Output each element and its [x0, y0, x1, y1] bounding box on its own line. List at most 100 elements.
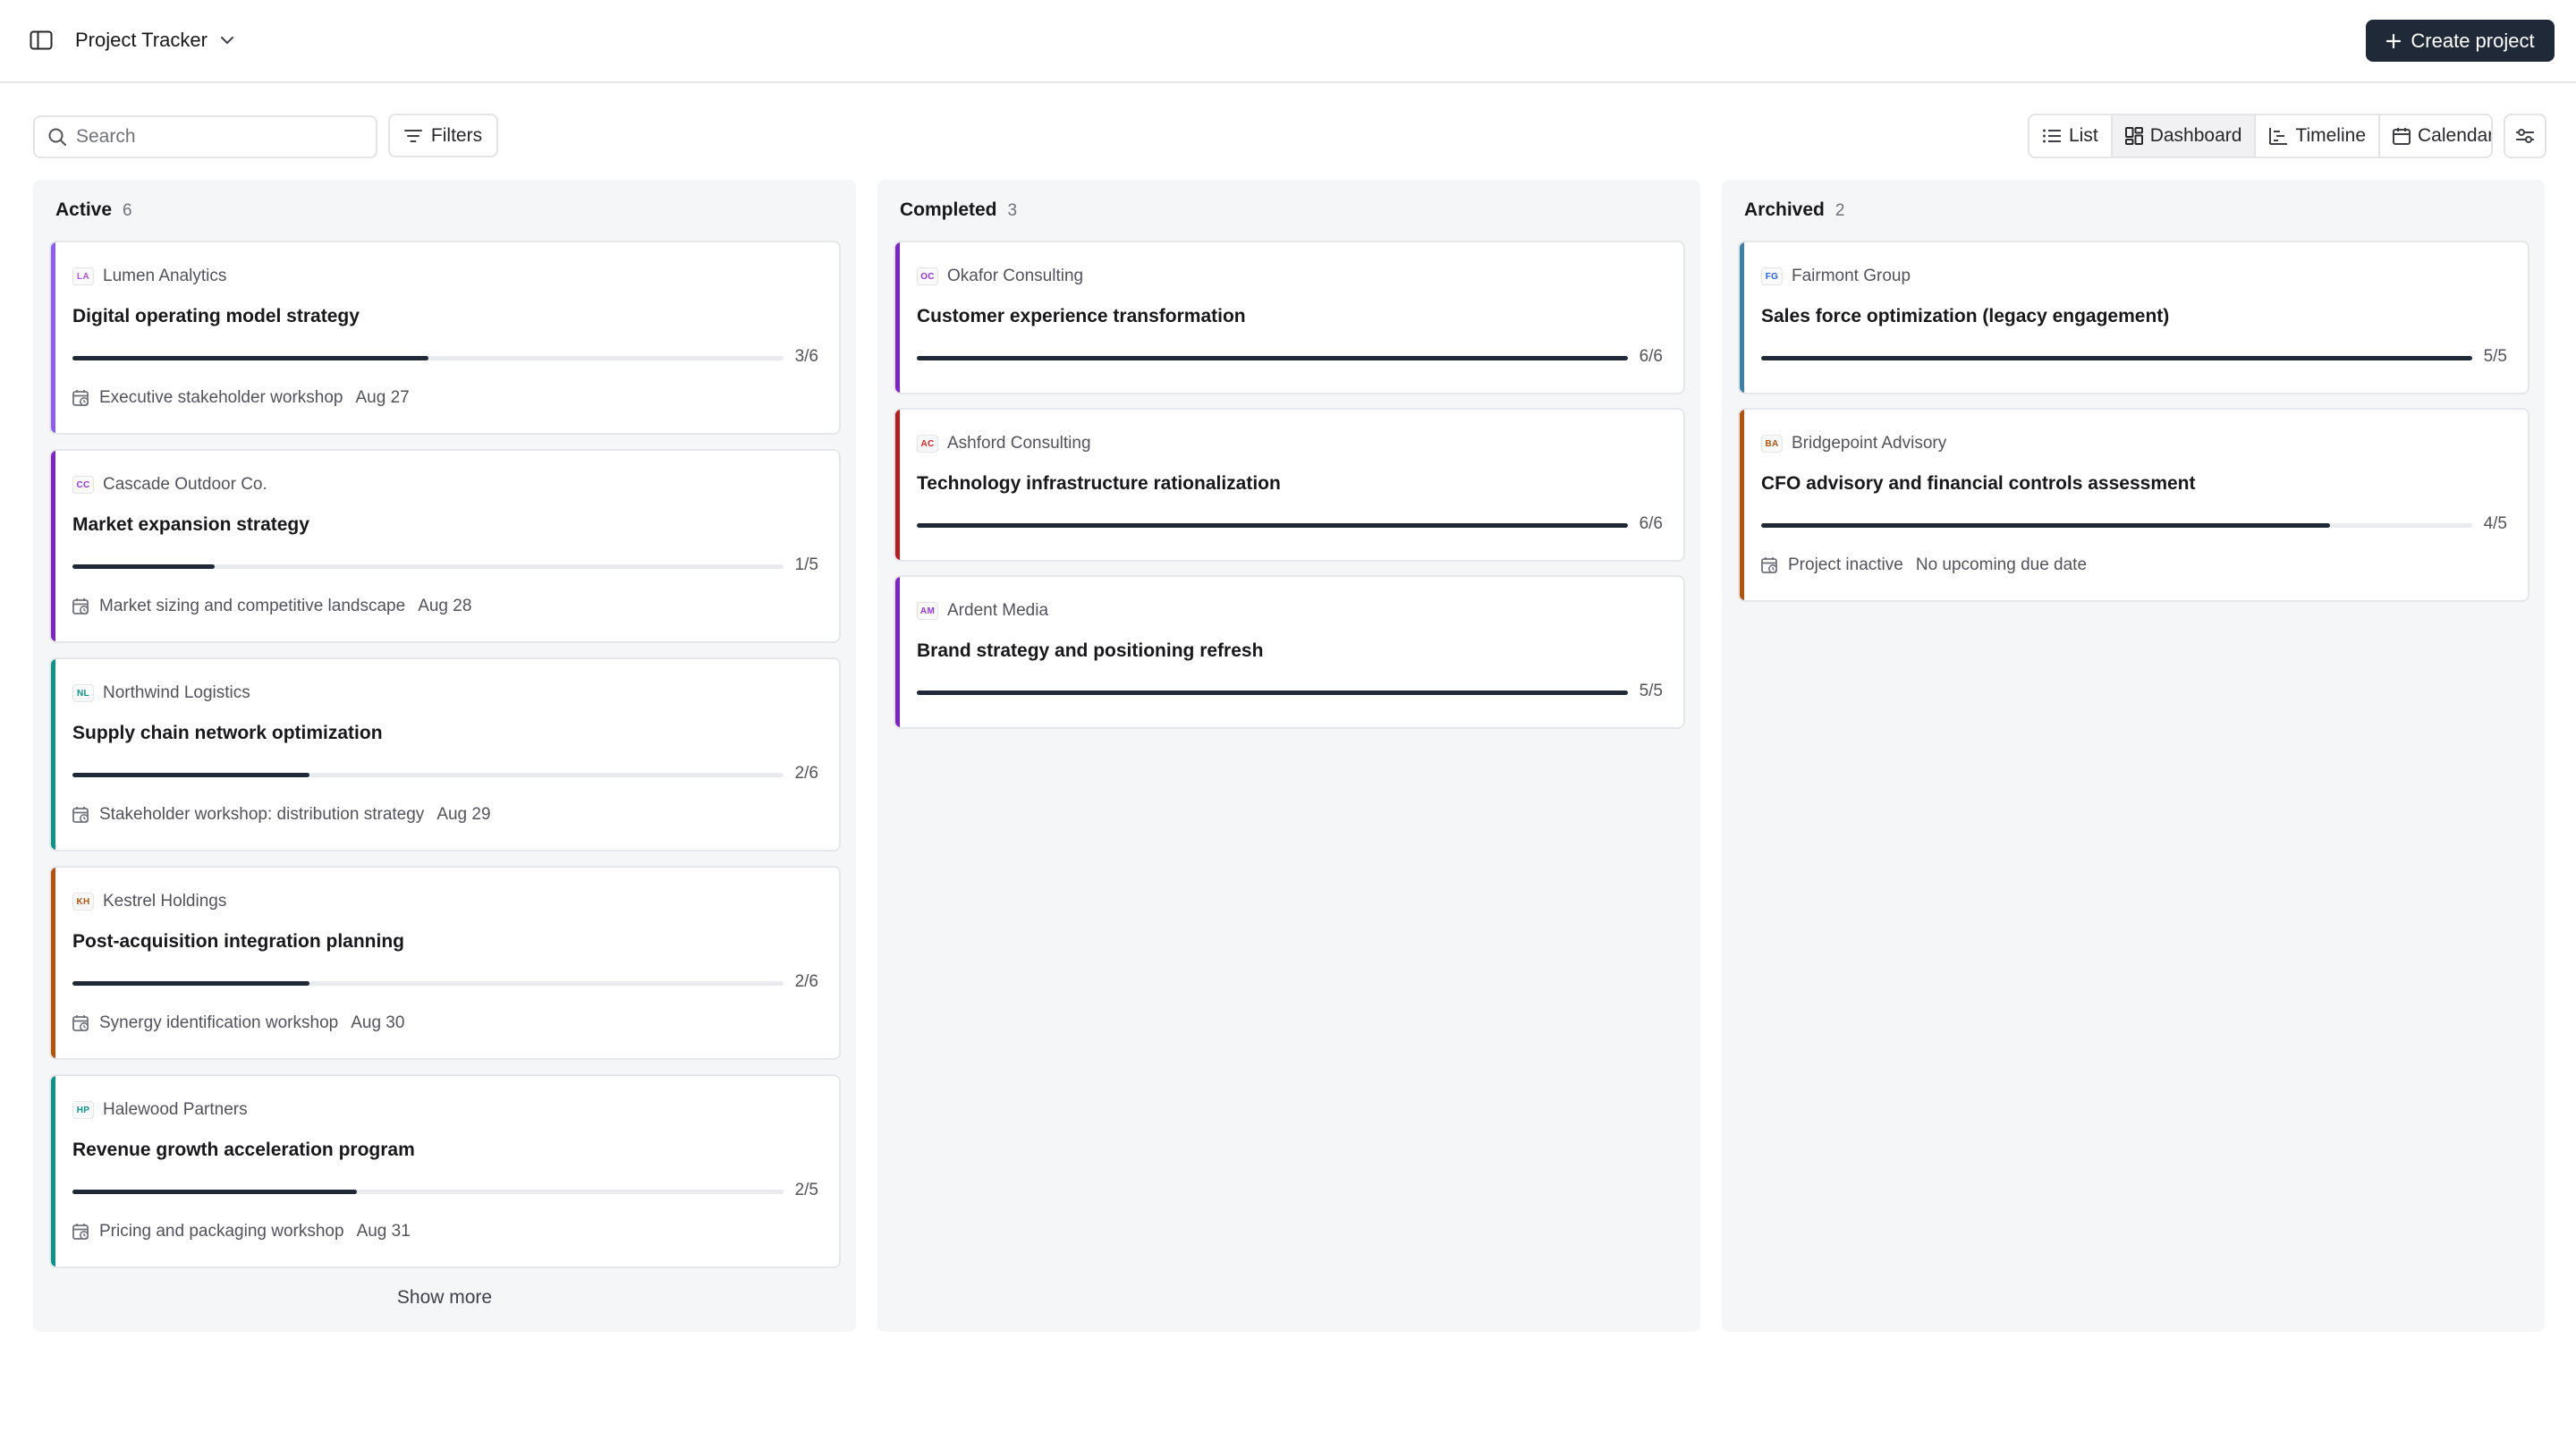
column-title: Completed	[900, 199, 997, 220]
view-tab-list[interactable]: List	[2029, 115, 2113, 157]
client-badge: HP	[72, 1101, 94, 1119]
card-accent	[895, 410, 900, 560]
card-accent	[895, 242, 900, 393]
card-client: AM Ardent Media	[917, 601, 1048, 621]
dashboard-icon	[2124, 127, 2143, 145]
card-accent	[51, 868, 55, 1058]
progress-bar	[72, 773, 784, 777]
milestone-date: Aug 29	[436, 805, 491, 824]
column-archived: Archived 2 FG Fairmont Group Sales force …	[1722, 180, 2545, 1332]
client-badge: FG	[1761, 267, 1783, 285]
project-card[interactable]: KH Kestrel Holdings Post-acquisition inte…	[49, 866, 841, 1060]
card-title: Revenue growth acceleration program	[72, 1140, 415, 1160]
project-card[interactable]: HP Halewood Partners Revenue growth accel…	[49, 1074, 841, 1268]
view-tab-dashboard-label: Dashboard	[2149, 125, 2242, 146]
project-card[interactable]: CC Cascade Outdoor Co. Market expansion s…	[49, 449, 841, 643]
column-header: Completed 3	[900, 199, 1017, 221]
calendar-clock-icon	[1761, 557, 1777, 573]
progress-fill	[917, 523, 1628, 528]
column-title: Archived	[1744, 199, 1825, 220]
progress-bar	[1761, 523, 2472, 528]
client-badge: NL	[72, 684, 94, 702]
client-badge: LA	[72, 267, 94, 285]
card-accent	[51, 242, 55, 433]
client-badge: BA	[1761, 435, 1783, 453]
filters-button[interactable]: Filters	[388, 114, 498, 157]
card-title: Market expansion strategy	[72, 514, 309, 535]
project-card[interactable]: AC Ashford Consulting Technology infrastr…	[894, 408, 1685, 562]
search-input[interactable]	[76, 126, 362, 148]
progress-fill	[72, 773, 309, 777]
progress-ratio: 5/5	[2483, 347, 2507, 366]
progress-bar	[72, 1190, 784, 1194]
client-name: Halewood Partners	[103, 1100, 248, 1119]
search-box[interactable]	[33, 115, 377, 158]
card-title: Digital operating model strategy	[72, 306, 360, 326]
project-card[interactable]: NL Northwind Logistics Supply chain netwo…	[49, 657, 841, 852]
view-tab-dashboard[interactable]: Dashboard	[2112, 115, 2257, 157]
view-tab-list-label: List	[2069, 125, 2098, 146]
project-card[interactable]: LA Lumen Analytics Digital operating mode…	[49, 241, 841, 435]
project-card[interactable]: BA Bridgepoint Advisory CFO advisory and …	[1738, 408, 2529, 602]
progress-ratio: 6/6	[1639, 514, 1663, 533]
progress-fill	[72, 1190, 357, 1194]
card-title: Post-acquisition integration planning	[72, 931, 404, 952]
calendar-icon	[2393, 128, 2411, 145]
milestone-date: No upcoming due date	[1915, 555, 2088, 574]
search-icon	[48, 128, 66, 146]
progress-fill	[917, 691, 1628, 695]
project-switcher[interactable]: Project Tracker	[75, 25, 238, 55]
progress-ratio: 4/5	[2483, 514, 2507, 533]
card-title: Brand strategy and positioning refresh	[917, 640, 1264, 661]
progress-bar	[72, 356, 784, 360]
client-name: Ardent Media	[947, 601, 1049, 620]
column-header: Archived 2	[1744, 199, 1844, 221]
progress-bar	[917, 691, 1628, 695]
card-accent	[51, 451, 55, 641]
column-completed: Completed 3 OC Okafor Consulting Customer…	[877, 180, 1700, 1332]
project-card[interactable]: AM Ardent Media Brand strategy and positi…	[894, 575, 1685, 729]
project-card[interactable]: OC Okafor Consulting Customer experience …	[894, 241, 1685, 394]
calendar-clock-icon	[72, 598, 89, 614]
milestone-label: Executive stakeholder workshop	[99, 388, 343, 407]
card-client: FG Fairmont Group	[1761, 267, 1911, 286]
card-client: LA Lumen Analytics	[72, 267, 226, 286]
project-name: Project Tracker	[75, 29, 208, 51]
card-next-milestone: Synergy identification workshop Aug 30	[72, 1013, 404, 1033]
card-client: KH Kestrel Holdings	[72, 892, 226, 911]
sliders-icon	[2516, 129, 2534, 143]
sidebar-toggle-button[interactable]	[21, 22, 61, 58]
client-name: Kestrel Holdings	[103, 892, 227, 911]
filters-label: Filters	[430, 124, 483, 146]
show-more-button[interactable]: Show more	[33, 1287, 856, 1309]
view-tab-timeline[interactable]: Timeline	[2256, 115, 2380, 157]
view-tab-calendar-label: Calendar	[2418, 125, 2493, 146]
milestone-date: Aug 30	[351, 1013, 405, 1032]
progress-bar	[1761, 356, 2472, 360]
sidebar-panel-icon	[30, 30, 53, 50]
progress-fill	[72, 981, 309, 986]
card-accent	[51, 659, 55, 850]
client-name: Bridgepoint Advisory	[1792, 434, 1947, 453]
progress-ratio: 2/6	[794, 972, 818, 991]
card-client: NL Northwind Logistics	[72, 683, 250, 703]
progress-ratio: 2/5	[794, 1181, 818, 1199]
card-client: CC Cascade Outdoor Co.	[72, 475, 267, 495]
card-title: Supply chain network optimization	[72, 723, 383, 743]
client-badge: OC	[917, 267, 938, 285]
milestone-label: Market sizing and competitive landscape	[99, 597, 406, 615]
card-next-milestone: Market sizing and competitive landscape …	[72, 597, 471, 616]
card-accent	[51, 1076, 55, 1267]
progress-ratio: 2/6	[794, 764, 818, 783]
project-card[interactable]: FG Fairmont Group Sales force optimizatio…	[1738, 241, 2529, 394]
create-project-button[interactable]: Create project	[2366, 20, 2555, 62]
progress-bar	[72, 981, 784, 986]
view-settings-button[interactable]	[2504, 114, 2546, 158]
progress-fill	[1761, 523, 2330, 528]
milestone-date: Aug 28	[418, 597, 472, 615]
view-tab-timeline-label: Timeline	[2295, 125, 2366, 146]
progress-bar	[917, 356, 1628, 360]
client-badge: CC	[72, 476, 94, 494]
top-bar: Project Tracker Create project	[0, 0, 2576, 83]
view-tab-calendar[interactable]: Calendar	[2380, 115, 2493, 157]
